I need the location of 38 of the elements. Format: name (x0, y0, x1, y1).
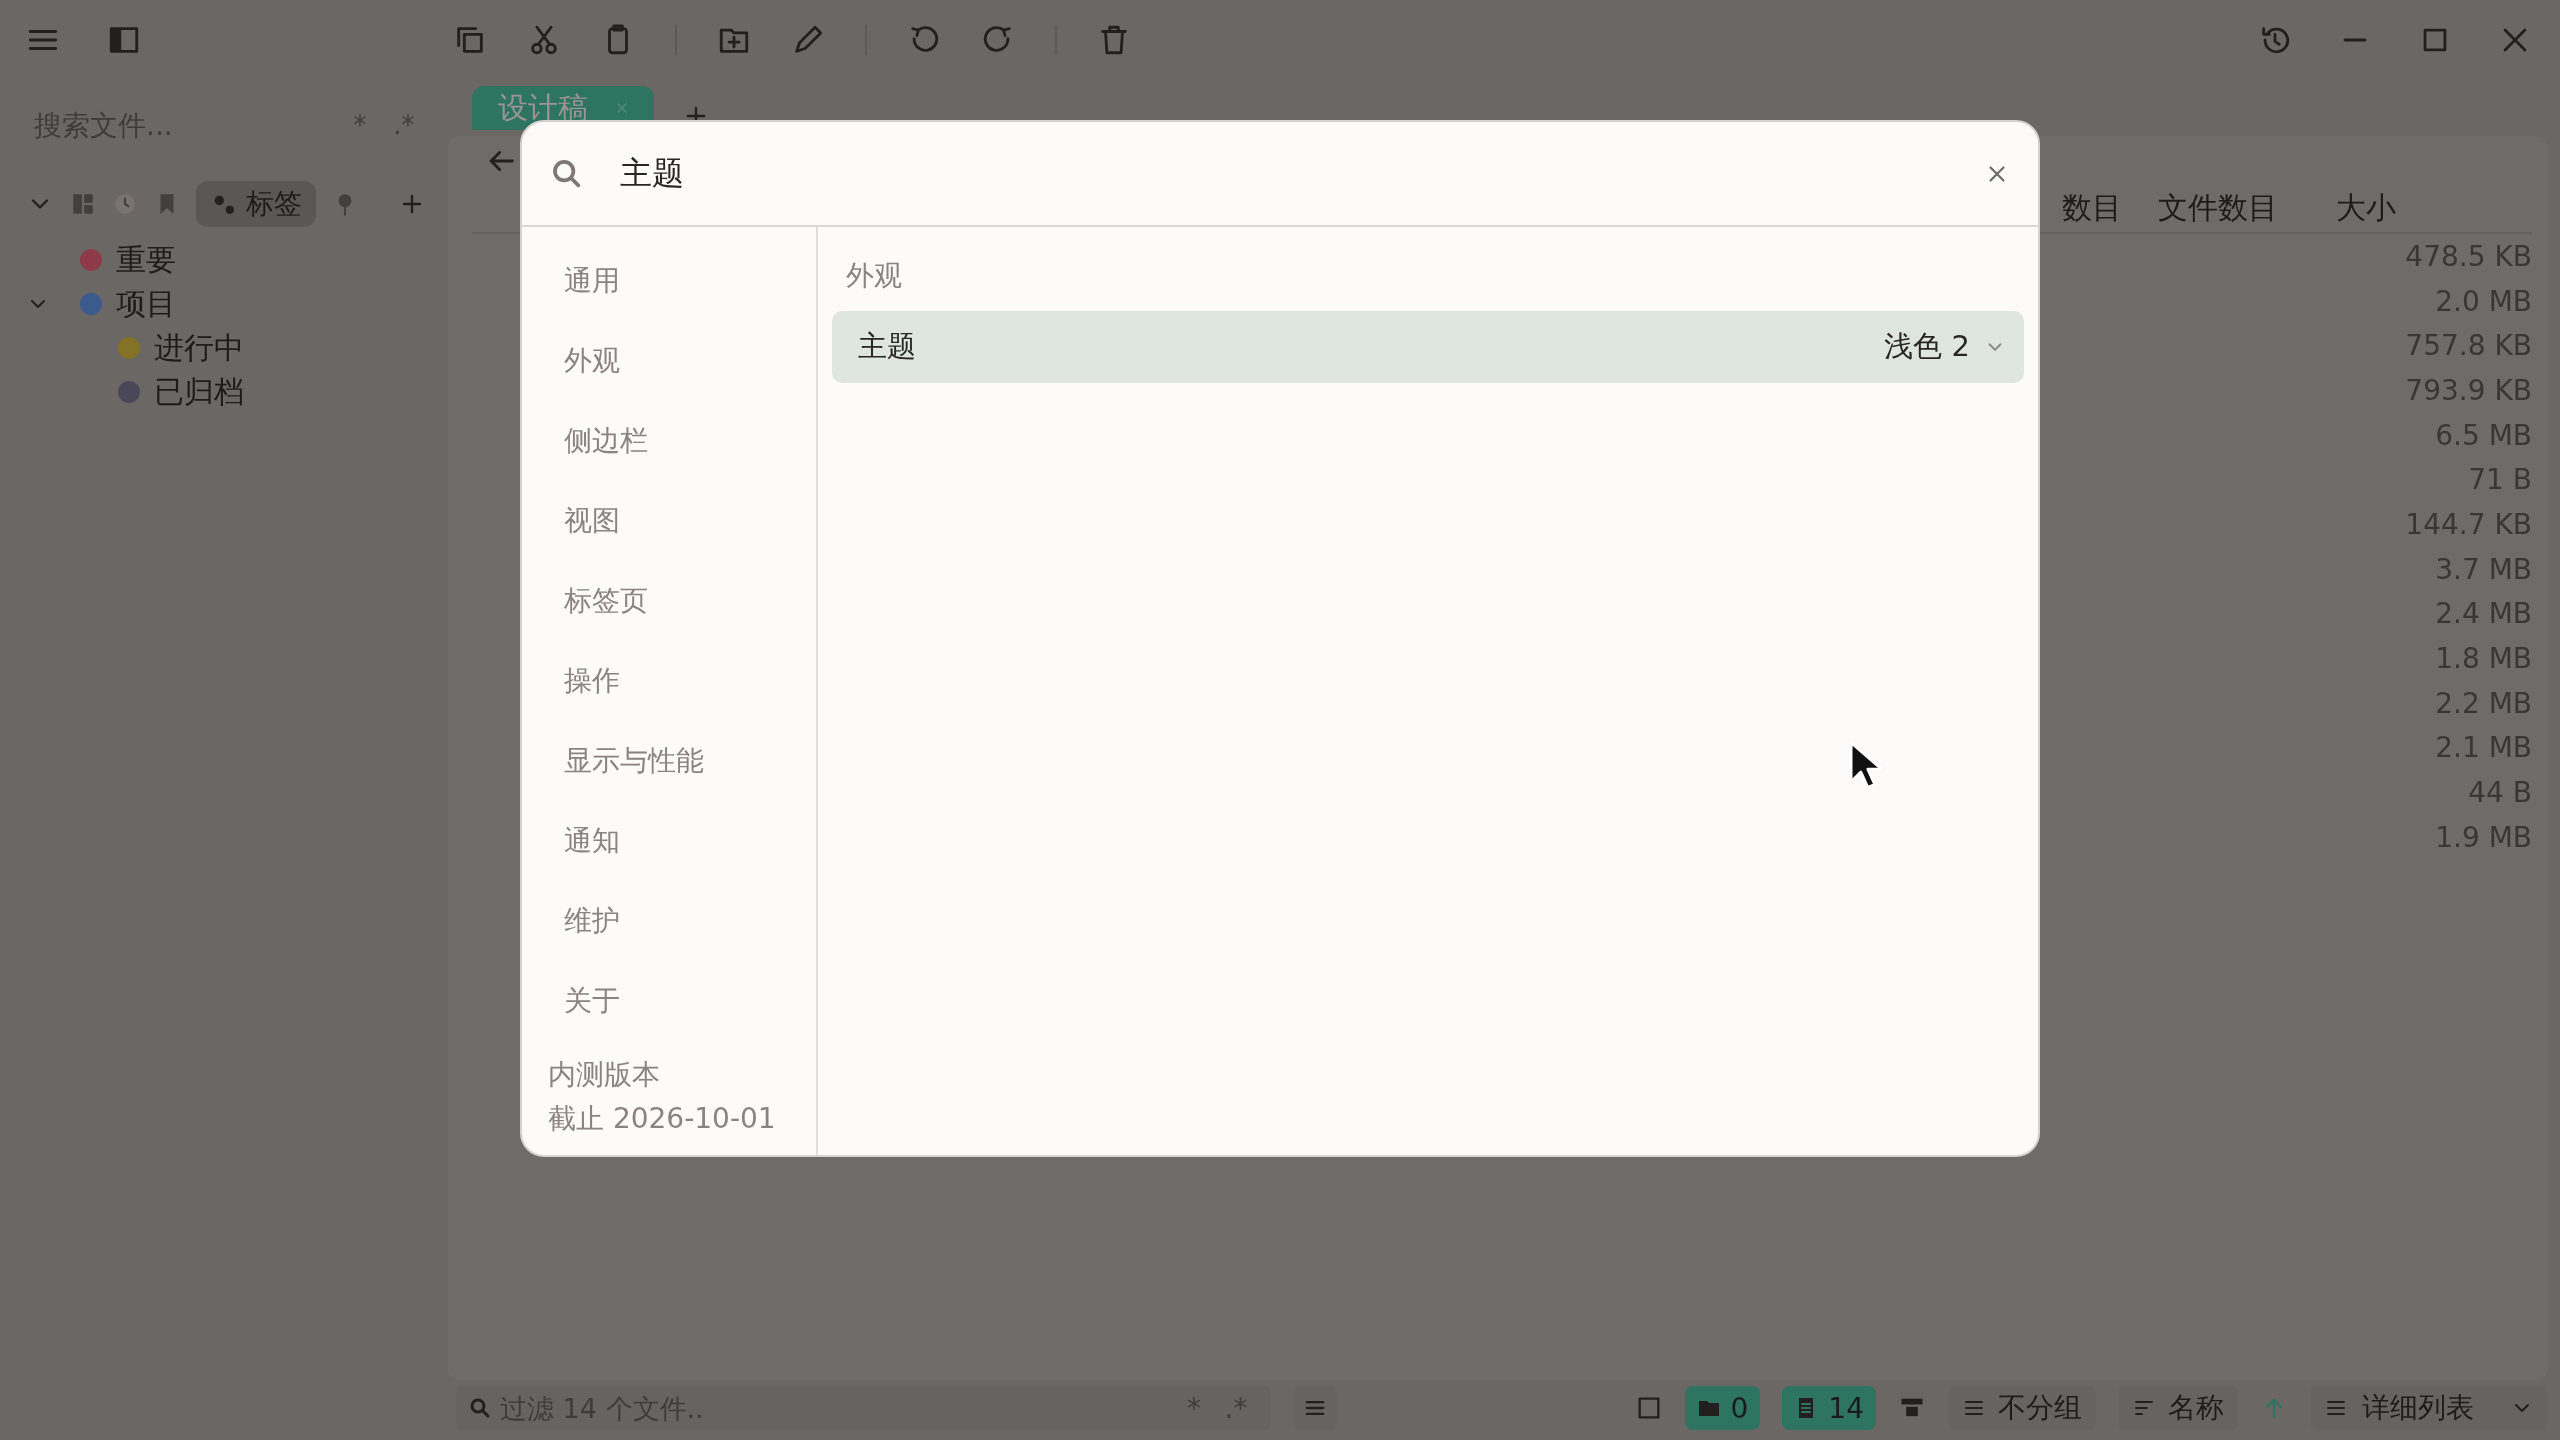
setting-row[interactable]: 主题 浅色 2 (832, 311, 2024, 383)
search-option-toggle[interactable]: * (338, 110, 382, 140)
setting-label: 主题 (858, 328, 916, 365)
version-note: 内测版本 (548, 1057, 661, 1093)
settings-nav-item[interactable]: 关于 (522, 961, 620, 1041)
settings-nav-item[interactable]: 外观 (522, 321, 620, 401)
filter-option-toggle[interactable]: .* (1215, 1391, 1257, 1425)
column-header[interactable]: 文件数目 (2158, 187, 2278, 229)
column-header[interactable]: 数目 (2062, 187, 2122, 229)
version-note: 截止 2026-10-01 (548, 1101, 777, 1137)
list-menu-button[interactable] (1293, 1386, 1337, 1430)
file-count-badge[interactable]: 14 (1782, 1386, 1876, 1430)
sort-button[interactable]: 名称 (2118, 1386, 2238, 1430)
settings-nav-item[interactable]: 维护 (522, 881, 620, 961)
tags-tab[interactable]: 标签 (196, 181, 316, 227)
settings-search-field[interactable]: 主题 (618, 153, 1950, 194)
search-icon (468, 1396, 492, 1420)
tag-item[interactable]: 已归档 (154, 371, 244, 413)
grid-view-icon[interactable] (70, 191, 96, 217)
tag-item[interactable]: 项目 (116, 283, 176, 325)
settings-nav-item[interactable]: 标签页 (522, 561, 648, 641)
section-title: 外观 (845, 258, 902, 294)
group-button[interactable]: 不分组 (1948, 1386, 2096, 1430)
settings-nav-item[interactable]: 通知 (522, 801, 620, 881)
clock-icon[interactable] (112, 191, 138, 217)
settings-nav-item[interactable]: 操作 (522, 641, 620, 721)
settings-nav-item[interactable]: 视图 (522, 481, 620, 561)
settings-nav-item[interactable]: 侧边栏 (522, 401, 648, 481)
settings-nav-item[interactable]: 通用 (522, 241, 620, 321)
search-option-toggle[interactable]: .* (382, 110, 426, 140)
column-header[interactable]: 大小 (2336, 187, 2396, 229)
theme-dropdown[interactable]: 浅色 2 (1884, 327, 2006, 367)
tag-item[interactable]: 重要 (116, 239, 176, 281)
folder-count-badge[interactable]: 0 (1684, 1386, 1761, 1430)
filter-option-toggle[interactable]: * (1173, 1391, 1215, 1425)
settings-nav-item[interactable]: 显示与性能 (522, 721, 704, 801)
view-mode-dropdown[interactable]: 详细列表 (2310, 1386, 2548, 1430)
tag-item[interactable]: 进行中 (154, 327, 244, 369)
